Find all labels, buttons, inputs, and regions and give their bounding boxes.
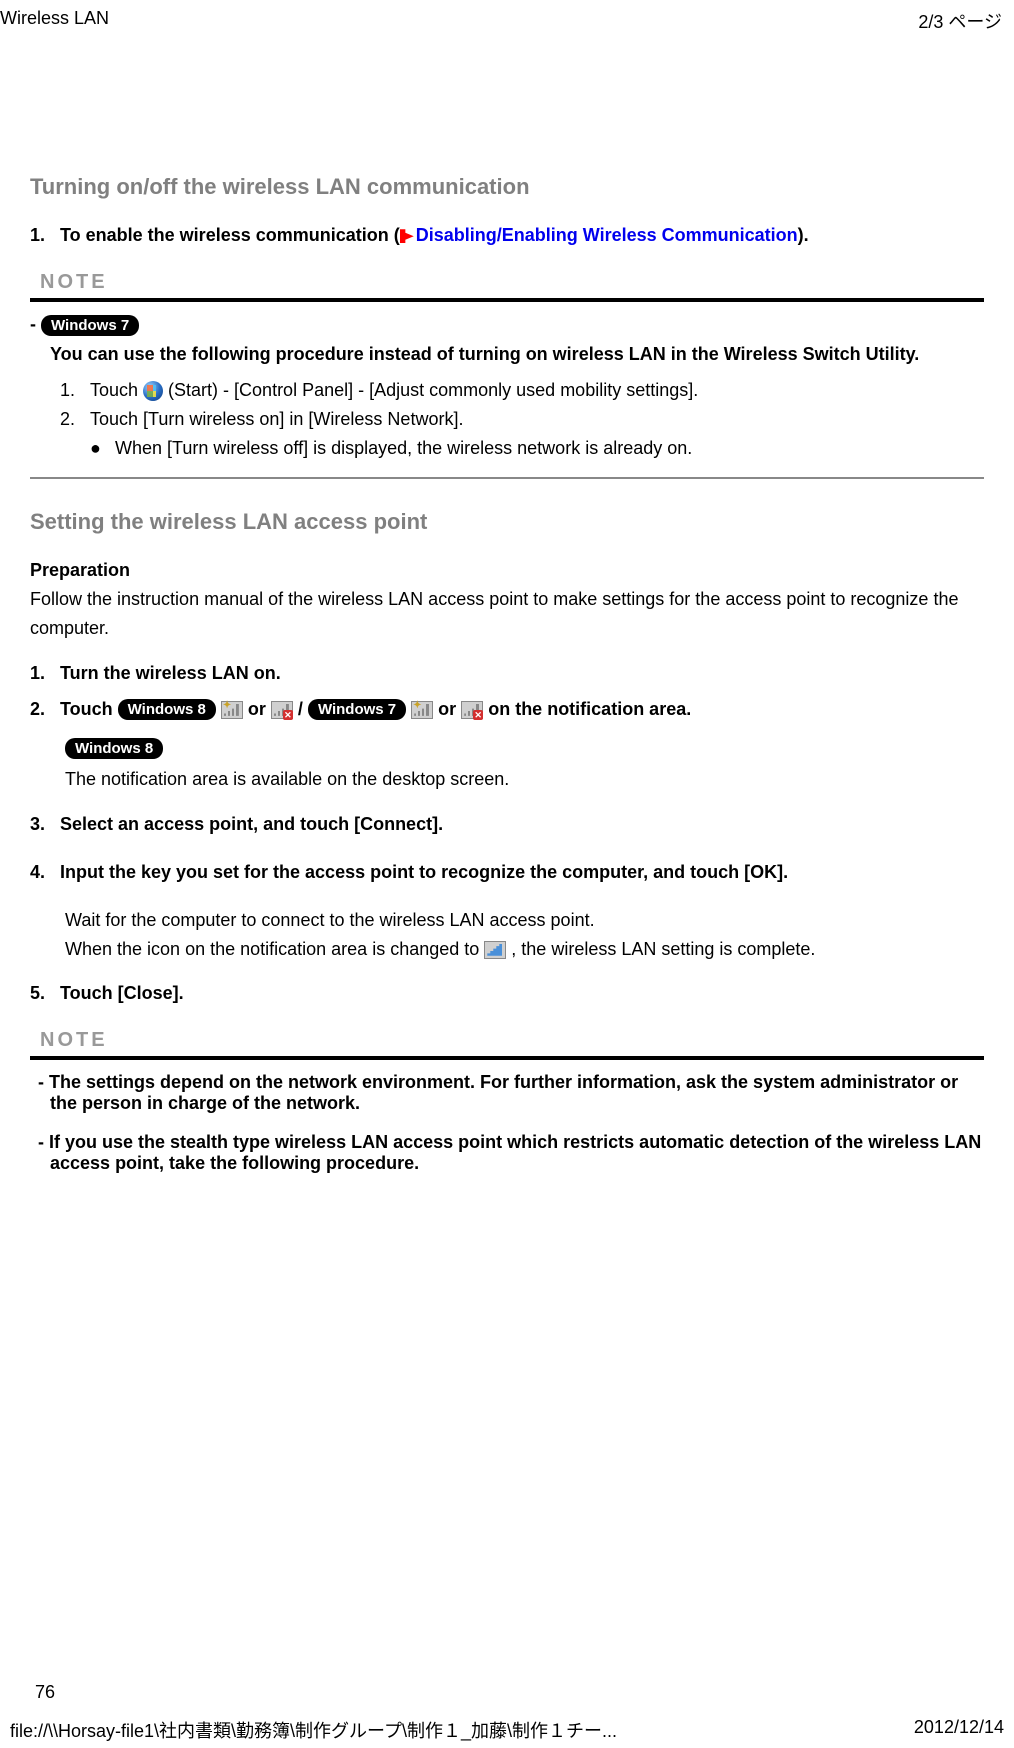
divider <box>30 1056 984 1060</box>
link-arrow-icon <box>400 229 414 243</box>
preparation-label: Preparation <box>30 560 984 581</box>
section1-title: Turning on/off the wireless LAN communic… <box>30 174 984 200</box>
substep-number: 1. <box>60 380 90 401</box>
preparation-text: Follow the instruction manual of the wir… <box>30 585 984 643</box>
step2-subtext: The notification area is available on th… <box>30 765 984 794</box>
step2-e: on the notification area. <box>488 699 691 719</box>
step2-c: / <box>298 699 308 719</box>
sec2-step3: Select an access point, and touch [Conne… <box>60 814 984 835</box>
windows8-badge: Windows 8 <box>65 738 163 759</box>
divider <box>30 298 984 302</box>
step1-prefix: To enable the wireless communication ( <box>60 225 400 245</box>
step4-sub2a: When the icon on the notification area i… <box>65 939 484 959</box>
step1-text: To enable the wireless communication ( Di… <box>60 225 984 246</box>
step4-sub1: Wait for the computer to connect to the … <box>65 910 595 930</box>
note2-item2: - If you use the stealth type wireless L… <box>30 1132 984 1174</box>
step2-d: or <box>438 699 461 719</box>
footer-path: file://\\Horsay-file1\社内書類\勤務簿\制作グループ\制作… <box>10 1717 617 1743</box>
sec2-step2: Touch Windows 8 or / Windows 7 or on the… <box>60 699 984 721</box>
step2-b: or <box>248 699 271 719</box>
footer-date: 2012/12/14 <box>914 1717 1004 1743</box>
step-number: 4. <box>30 857 60 888</box>
header-title: Wireless LAN <box>0 8 109 34</box>
bullet-icon: ● <box>90 438 115 459</box>
wifi-available-icon <box>221 701 243 719</box>
sec2-step5: Touch [Close]. <box>60 983 984 1004</box>
windows7-badge: Windows 7 <box>308 699 406 720</box>
note-label: NOTE <box>30 1029 984 1052</box>
section2-title: Setting the wireless LAN access point <box>30 509 984 535</box>
substep-number: 2. <box>60 409 90 430</box>
sec2-step4: Input the key you set for the access poi… <box>60 857 984 888</box>
note-label: NOTE <box>30 271 984 294</box>
bullet-text: When [Turn wireless off] is displayed, t… <box>115 438 692 459</box>
step-number: 5. <box>30 983 60 1004</box>
note2-item1: - The settings depend on the network env… <box>30 1072 984 1114</box>
page-indicator: 2/3 ページ <box>918 8 1002 34</box>
step-number: 1. <box>30 225 60 246</box>
start-orb-icon <box>143 381 163 401</box>
wifi-available-icon <box>411 701 433 719</box>
page-number: 76 <box>35 1682 55 1703</box>
step1-suffix: ). <box>798 225 809 245</box>
step-number: 3. <box>30 814 60 835</box>
dash: - <box>30 314 41 334</box>
divider <box>30 477 984 479</box>
step2-a: Touch <box>60 699 118 719</box>
sec2-step1: Turn the wireless LAN on. <box>60 663 984 684</box>
substep2-text: Touch [Turn wireless on] in [Wireless Ne… <box>90 409 463 430</box>
windows7-badge: Windows 7 <box>41 315 139 336</box>
substep1-a: Touch <box>90 380 143 400</box>
note-body: You can use the following procedure inst… <box>30 344 984 365</box>
step-number: 1. <box>30 663 60 684</box>
step-number: 2. <box>30 699 60 721</box>
disabling-enabling-link[interactable]: Disabling/Enabling Wireless Communicatio… <box>416 225 798 245</box>
windows8-badge: Windows 8 <box>118 699 216 720</box>
step4-sub2b: , the wireless LAN setting is complete. <box>511 939 815 959</box>
wifi-disconnected-icon <box>271 701 293 719</box>
substep1-text: Touch (Start) - [Control Panel] - [Adjus… <box>90 380 698 401</box>
substep1-b: (Start) - [Control Panel] - [Adjust comm… <box>163 380 698 400</box>
wifi-connected-icon <box>484 941 506 959</box>
wifi-disconnected-icon <box>461 701 483 719</box>
